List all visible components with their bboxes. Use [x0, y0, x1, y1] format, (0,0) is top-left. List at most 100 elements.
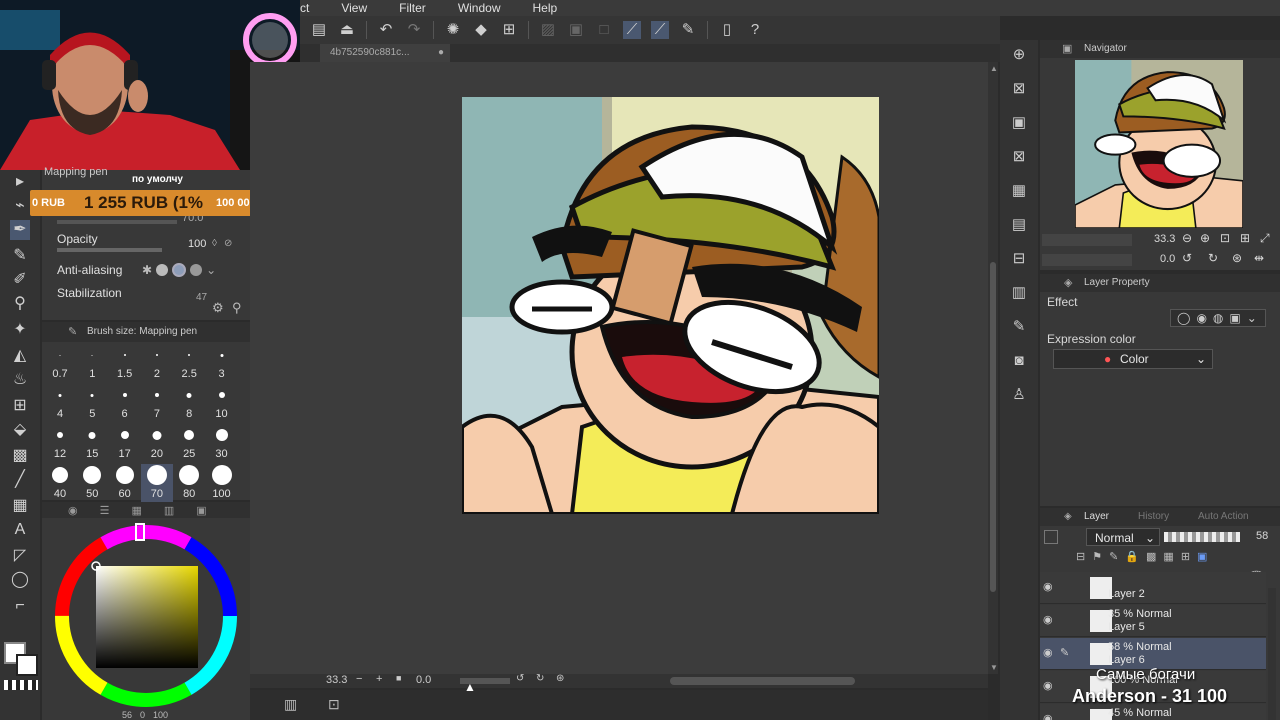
tab-layer[interactable]: Layer [1084, 508, 1109, 526]
navigator-zoom-value[interactable]: 33.3 [1154, 233, 1175, 245]
navigator-angle-slider[interactable] [1042, 254, 1132, 266]
scroll-down-arrow[interactable]: ▼ [990, 663, 998, 672]
navigator-zoom-slider[interactable] [1042, 234, 1132, 246]
decoration-tool-icon[interactable]: ✦ [10, 320, 30, 340]
layer-row[interactable]: ◉ Layer 2 [1040, 572, 1266, 604]
mask-icon[interactable]: ▦ [1163, 550, 1173, 566]
brush-size-option[interactable]: 7 [141, 384, 173, 422]
settings-icon[interactable]: ⚙ [212, 300, 224, 316]
tab-history[interactable]: History [1138, 508, 1169, 526]
chevron-down-icon[interactable]: ⌄ [206, 263, 216, 277]
chevron-down-icon[interactable]: ⌄ [1247, 311, 1257, 325]
visibility-eye-icon[interactable]: ◉ [1043, 580, 1053, 593]
stabilization-value[interactable]: 47 [196, 292, 207, 303]
color-slider-tab-icon[interactable]: ☰ [100, 504, 110, 517]
fill-icon[interactable]: ◆ [472, 21, 490, 39]
layer-opacity-value[interactable]: 58 [1256, 530, 1268, 542]
draft-layer-icon[interactable]: ✎ [1109, 550, 1118, 566]
grid-tool-icon[interactable]: ⊞ [10, 396, 30, 416]
navigator-angle-value[interactable]: 0.0 [1160, 253, 1175, 265]
intermediate-color-tab-icon[interactable]: ▥ [164, 504, 174, 517]
zoom-tool-icon[interactable]: ▸ [10, 172, 30, 192]
navigator-fit-icon[interactable]: ⊡ [1220, 231, 1230, 245]
navigator-rotate-right-icon[interactable]: ↻ [1208, 251, 1218, 265]
visibility-eye-icon[interactable]: ◉ [1043, 712, 1053, 720]
brush-size-option[interactable]: 70 [140, 464, 173, 502]
eyedropper-tool-icon[interactable]: ⌁ [10, 196, 30, 216]
brush-size-option[interactable]: 40 [44, 464, 76, 502]
visibility-eye-icon[interactable]: ◉ [1043, 613, 1053, 626]
eraser-tool-icon[interactable]: ◭ [10, 346, 30, 366]
layer-list-scrollbar[interactable] [1268, 588, 1276, 720]
scroll-up-arrow[interactable]: ▲ [990, 64, 998, 73]
brush-size-option[interactable]: 100 [206, 464, 238, 502]
brush-tool-icon[interactable]: ✐ [10, 270, 30, 290]
clear-icon[interactable]: ✺ [444, 21, 462, 39]
transform-icon[interactable]: ⊞ [500, 21, 518, 39]
brush-size-option[interactable]: 15 [76, 424, 108, 462]
brush-size-option[interactable]: 6 [109, 384, 141, 422]
lasso-tool-icon[interactable]: ◯ [10, 570, 30, 590]
zoom-out-icon[interactable]: − [356, 673, 362, 685]
fill-tool-icon[interactable]: ⬙ [10, 420, 30, 440]
brush-size-option[interactable]: 10 [206, 384, 238, 422]
layer-color-toggle-icon[interactable]: ▣ [1197, 550, 1207, 566]
reset-rotation-icon[interactable]: ⊛ [556, 673, 564, 684]
expression-color-dropdown[interactable]: ● Color ⌄ [1053, 349, 1213, 369]
rotate-right-icon[interactable]: ↻ [536, 673, 544, 684]
canvas-artwork[interactable] [462, 97, 879, 514]
ruler-icon[interactable]: ⊞ [1181, 550, 1190, 566]
gradient-tool-icon[interactable]: ▩ [10, 446, 30, 466]
menu-item-help[interactable]: Help [533, 1, 558, 15]
navigator-rotate-left-icon[interactable]: ↺ [1182, 251, 1192, 265]
brush-size-option[interactable]: 2.5 [173, 344, 205, 382]
document-tab[interactable]: 4b752590c881c... ● [320, 44, 450, 62]
navigator-thumbnail[interactable] [1075, 60, 1243, 228]
transparent-color-swatch[interactable] [4, 680, 38, 690]
opacity-value[interactable]: 100 [188, 238, 206, 250]
border-effect-icon[interactable]: ◯ [1177, 311, 1190, 325]
navigator-full-icon[interactable]: ⊞ [1240, 231, 1250, 245]
canvas-vertical-scrollbar[interactable]: ▲ ▼ [988, 62, 998, 674]
deselect-icon[interactable]: ▨ [539, 21, 557, 39]
aa-medium-icon[interactable] [172, 263, 187, 277]
brush-size-option[interactable]: 2 [141, 344, 173, 382]
sub-view-icon[interactable]: ▣ [1008, 112, 1030, 134]
rotation-readout[interactable]: 0.0 [416, 674, 431, 686]
clip-layer-icon[interactable]: ⊟ [1076, 550, 1085, 566]
reference-layer-icon[interactable]: ⚑ [1092, 550, 1102, 566]
visibility-eye-icon[interactable]: ◉ [1043, 679, 1053, 692]
menu-item-view[interactable]: View [341, 1, 367, 15]
close-tab-icon[interactable]: ● [438, 44, 444, 62]
close-panel-icon[interactable]: ⊠ [1008, 146, 1030, 168]
blend-tool-icon[interactable]: ♨ [10, 370, 30, 390]
aa-weak-icon[interactable] [156, 264, 169, 276]
menu-item-filter[interactable]: Filter [399, 1, 426, 15]
brush-size-option[interactable]: 17 [109, 424, 141, 462]
vertical-scroll-thumb[interactable] [990, 262, 996, 592]
menu-item-edit-partial[interactable]: ct [300, 1, 309, 15]
tone-effect-icon[interactable]: ◍ [1213, 311, 1223, 325]
smartphone-icon[interactable]: ▯ [718, 21, 736, 39]
zoom-in-icon[interactable]: + [376, 673, 382, 685]
horizontal-scrollbar[interactable] [670, 677, 855, 685]
animation-icon[interactable]: ⊟ [1008, 248, 1030, 270]
pencil-tool-icon[interactable]: ✎ [10, 246, 30, 266]
sub-color-swatch[interactable] [16, 654, 38, 676]
layer-search-icon[interactable]: ▤ [1008, 214, 1030, 236]
lock-transparent-icon[interactable]: ▩ [1146, 550, 1156, 566]
capture-icon[interactable]: ◙ [1008, 350, 1030, 372]
search-icon[interactable]: ⊕ [1008, 44, 1030, 66]
opacity-slider[interactable] [57, 248, 162, 252]
frame-tool-icon[interactable]: ▦ [10, 496, 30, 516]
balloon-tool-icon[interactable]: ◸ [10, 546, 30, 566]
watercolor-edge-icon[interactable]: ◉ [1196, 311, 1206, 325]
brush-size-option[interactable]: 1 [76, 344, 108, 382]
invert-selection-icon[interactable]: ▣ [567, 21, 585, 39]
material-icon[interactable]: ⊠ [1008, 78, 1030, 100]
rotate-left-icon[interactable]: ↺ [516, 673, 524, 684]
brush-size-option[interactable]: 60 [109, 464, 141, 502]
selection-border-icon[interactable]: □ [595, 21, 613, 39]
brush-size-option[interactable]: 25 [173, 424, 205, 462]
effect-buttons[interactable]: ◯ ◉ ◍ ▣ ⌄ [1170, 309, 1266, 327]
